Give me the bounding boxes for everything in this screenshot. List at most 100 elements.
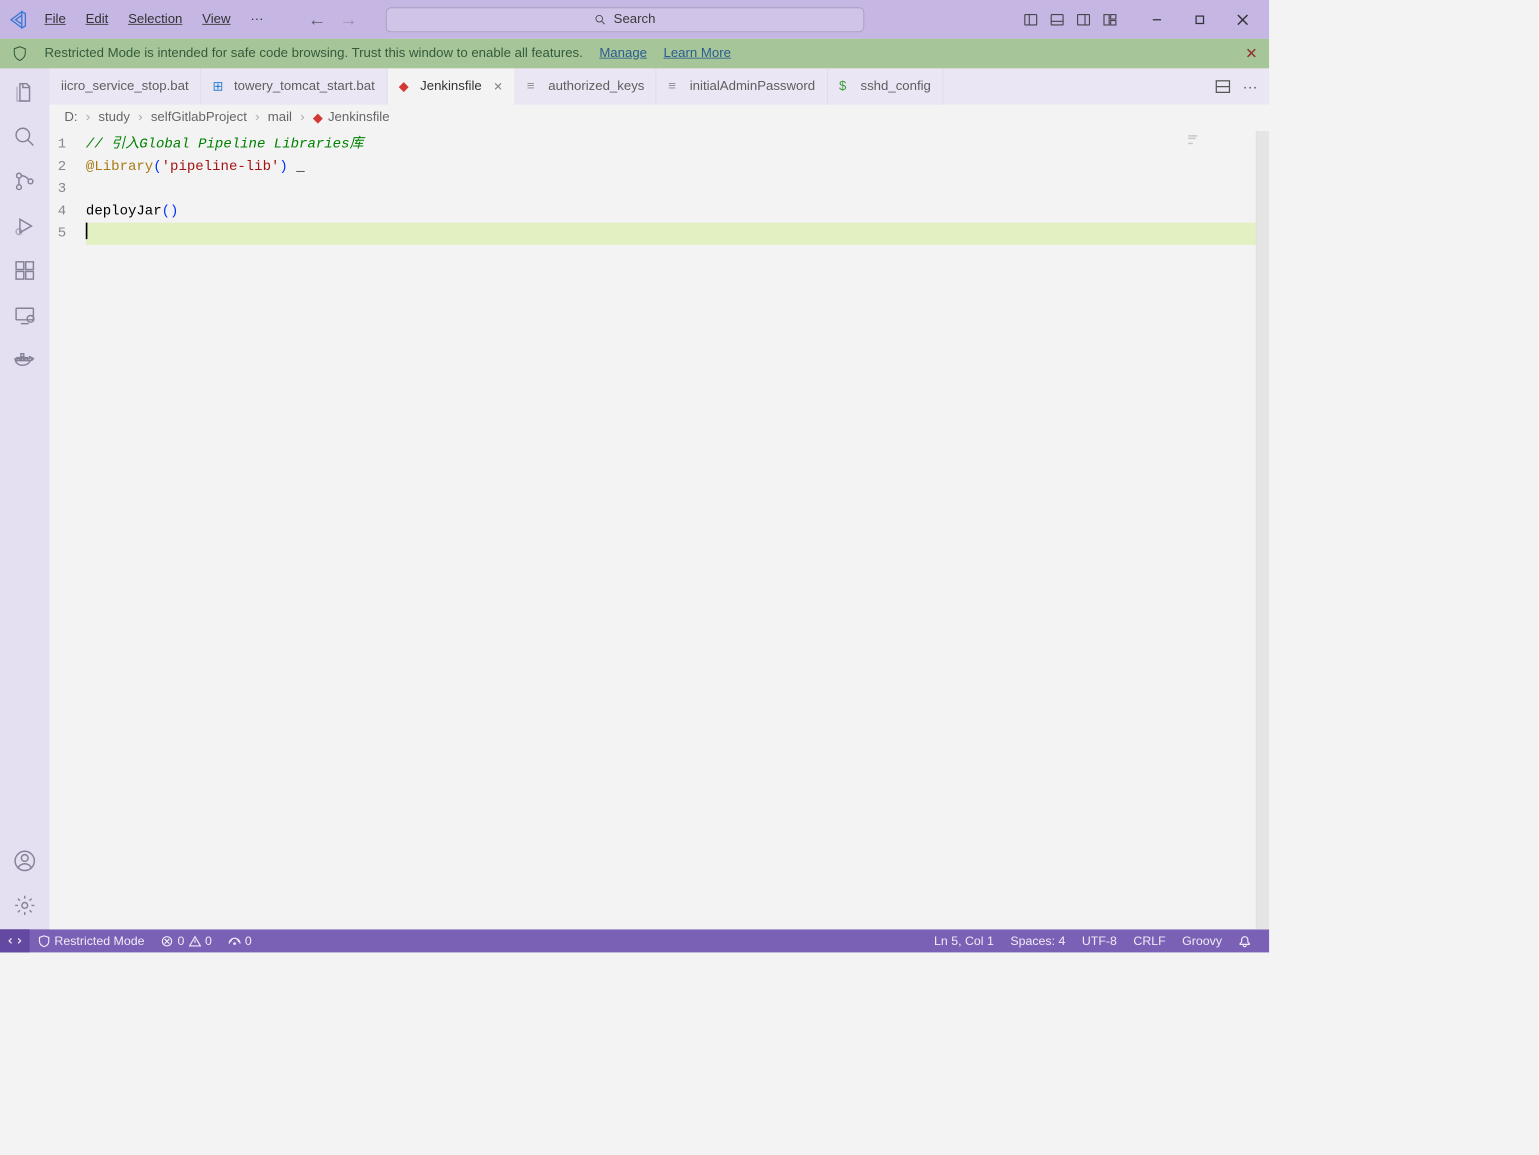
menu-file[interactable]: File [36,9,74,30]
menu-view-label: View [202,12,230,26]
customize-layout-icon[interactable] [1102,12,1117,27]
status-cursor-position[interactable]: Ln 5, Col 1 [926,934,1002,948]
search-placeholder: Search [614,12,656,27]
nav-back-icon[interactable]: ← [308,9,326,30]
banner-close-icon[interactable]: ✕ [1245,45,1257,62]
vertical-scrollbar[interactable] [1256,131,1269,929]
line-gutter: 1 2 3 4 5 [49,131,85,929]
breadcrumb-segment[interactable]: Jenkinsfile [328,110,390,125]
status-language[interactable]: Groovy [1174,934,1230,948]
menu-selection[interactable]: Selection [120,9,191,30]
layout-controls [1023,12,1117,27]
tab-authorized-keys[interactable]: ≡ authorized_keys [515,68,656,104]
menu-selection-label: Selection [128,12,182,26]
breadcrumb-segment[interactable]: mail [268,110,292,125]
status-text: Restricted Mode [54,934,144,948]
status-text: Spaces: 4 [1010,934,1065,948]
line-number: 1 [58,134,66,156]
restricted-mode-banner: Restricted Mode is intended for safe cod… [0,39,1269,69]
vscode-logo-icon [7,9,28,30]
tab-label: initialAdminPassword [690,79,815,94]
title-bar: File Edit Selection View ··· ← → Search [0,0,1269,39]
code-editor[interactable]: 1 2 3 4 5 // 引入Global Pipeline Libraries… [49,131,1269,929]
tab-sshd-config[interactable]: $ sshd_config [827,68,943,104]
status-text: UTF-8 [1082,934,1117,948]
search-icon[interactable] [11,123,39,151]
tab-label: sshd_config [860,79,930,94]
menu-edit[interactable]: Edit [77,9,116,30]
status-text: Ln 5, Col 1 [934,934,994,948]
code-content[interactable]: // 引入Global Pipeline Libraries库 @Library… [86,131,1269,929]
code-string: 'pipeline-lib' [162,159,280,175]
status-problems[interactable]: 0 0 [153,934,220,948]
breadcrumb[interactable]: D:› study› selfGitlabProject› mail› ◆ Je… [49,105,1269,131]
banner-manage-link[interactable]: Manage [599,46,647,61]
tab-label: iicro_service_stop.bat [61,79,189,94]
toggle-primary-sidebar-icon[interactable] [1023,12,1038,27]
editor-area: iicro_service_stop.bat ⊞ towery_tomcat_s… [49,68,1269,929]
code-comment: // 引入Global Pipeline Libraries库 [86,137,364,153]
settings-gear-icon[interactable] [11,891,39,919]
tab-jenkinsfile[interactable]: ◆ Jenkinsfile ✕ [387,68,515,104]
banner-message: Restricted Mode is intended for safe cod… [45,46,583,61]
code-identifier: deployJar [86,204,162,220]
jenkins-icon: ◆ [313,110,323,126]
nav-forward-icon[interactable]: → [339,9,357,30]
line-number: 2 [58,156,66,178]
status-ports[interactable]: 0 [220,934,260,948]
status-errors: 0 [177,934,184,948]
jenkins-icon: ◆ [399,78,414,94]
toggle-secondary-sidebar-icon[interactable] [1076,12,1091,27]
split-editor-icon[interactable] [1215,78,1231,94]
text-file-icon: ≡ [527,79,542,94]
status-ports-count: 0 [245,934,252,948]
text-cursor [86,223,88,239]
search-input[interactable]: Search [386,7,864,32]
minimap[interactable]: ▄▄▄▄▄▄▄▄▄▄▄▄▄▄ [1188,134,1254,144]
status-text: CRLF [1133,934,1165,948]
status-encoding[interactable]: UTF-8 [1074,934,1126,948]
shield-icon [12,45,28,61]
source-control-icon[interactable] [11,167,39,195]
breadcrumb-segment[interactable]: D: [64,110,77,125]
close-button[interactable] [1223,3,1263,36]
toggle-panel-icon[interactable] [1050,12,1065,27]
line-number: 4 [58,200,66,222]
minimize-button[interactable] [1137,3,1177,36]
nav-arrows: ← → [308,9,357,30]
menu-edit-label: Edit [86,12,109,26]
remote-indicator[interactable] [0,929,30,952]
status-bar: Restricted Mode 0 0 0 Ln 5, Col 1 Spaces… [0,929,1269,952]
menu-view[interactable]: View [194,9,239,30]
status-text: Groovy [1182,934,1222,948]
breadcrumb-segment[interactable]: study [98,110,130,125]
tab-towery-tomcat-start[interactable]: ⊞ towery_tomcat_start.bat [201,68,387,104]
window-controls [1137,3,1262,36]
menu-overflow-icon[interactable]: ··· [242,9,272,30]
status-eol[interactable]: CRLF [1125,934,1174,948]
run-debug-icon[interactable] [11,212,39,240]
extensions-icon[interactable] [11,256,39,284]
tab-label: Jenkinsfile [420,79,482,94]
breadcrumb-segment[interactable]: selfGitlabProject [151,110,247,125]
maximize-button[interactable] [1180,3,1220,36]
explorer-icon[interactable] [11,78,39,106]
remote-explorer-icon[interactable] [11,301,39,329]
tab-initial-admin-password[interactable]: ≡ initialAdminPassword [657,68,828,104]
tab-close-icon[interactable]: ✕ [493,80,503,94]
tab-label: towery_tomcat_start.bat [234,79,375,94]
more-actions-icon[interactable]: ··· [1243,78,1258,95]
tab-micro-service-stop[interactable]: iicro_service_stop.bat [49,68,201,104]
notifications-icon[interactable] [1230,935,1259,947]
docker-icon[interactable] [11,346,39,374]
status-indentation[interactable]: Spaces: 4 [1002,934,1074,948]
status-restricted-mode[interactable]: Restricted Mode [30,934,153,948]
windows-icon: ⊞ [213,78,228,94]
code-text: _ [288,159,305,175]
editor-tabs: iicro_service_stop.bat ⊞ towery_tomcat_s… [49,68,1269,104]
banner-learnmore-link[interactable]: Learn More [663,46,730,61]
tabs-actions: ··· [1203,68,1269,104]
accounts-icon[interactable] [11,847,39,875]
line-number: 3 [58,178,66,200]
activity-bar [0,68,49,929]
